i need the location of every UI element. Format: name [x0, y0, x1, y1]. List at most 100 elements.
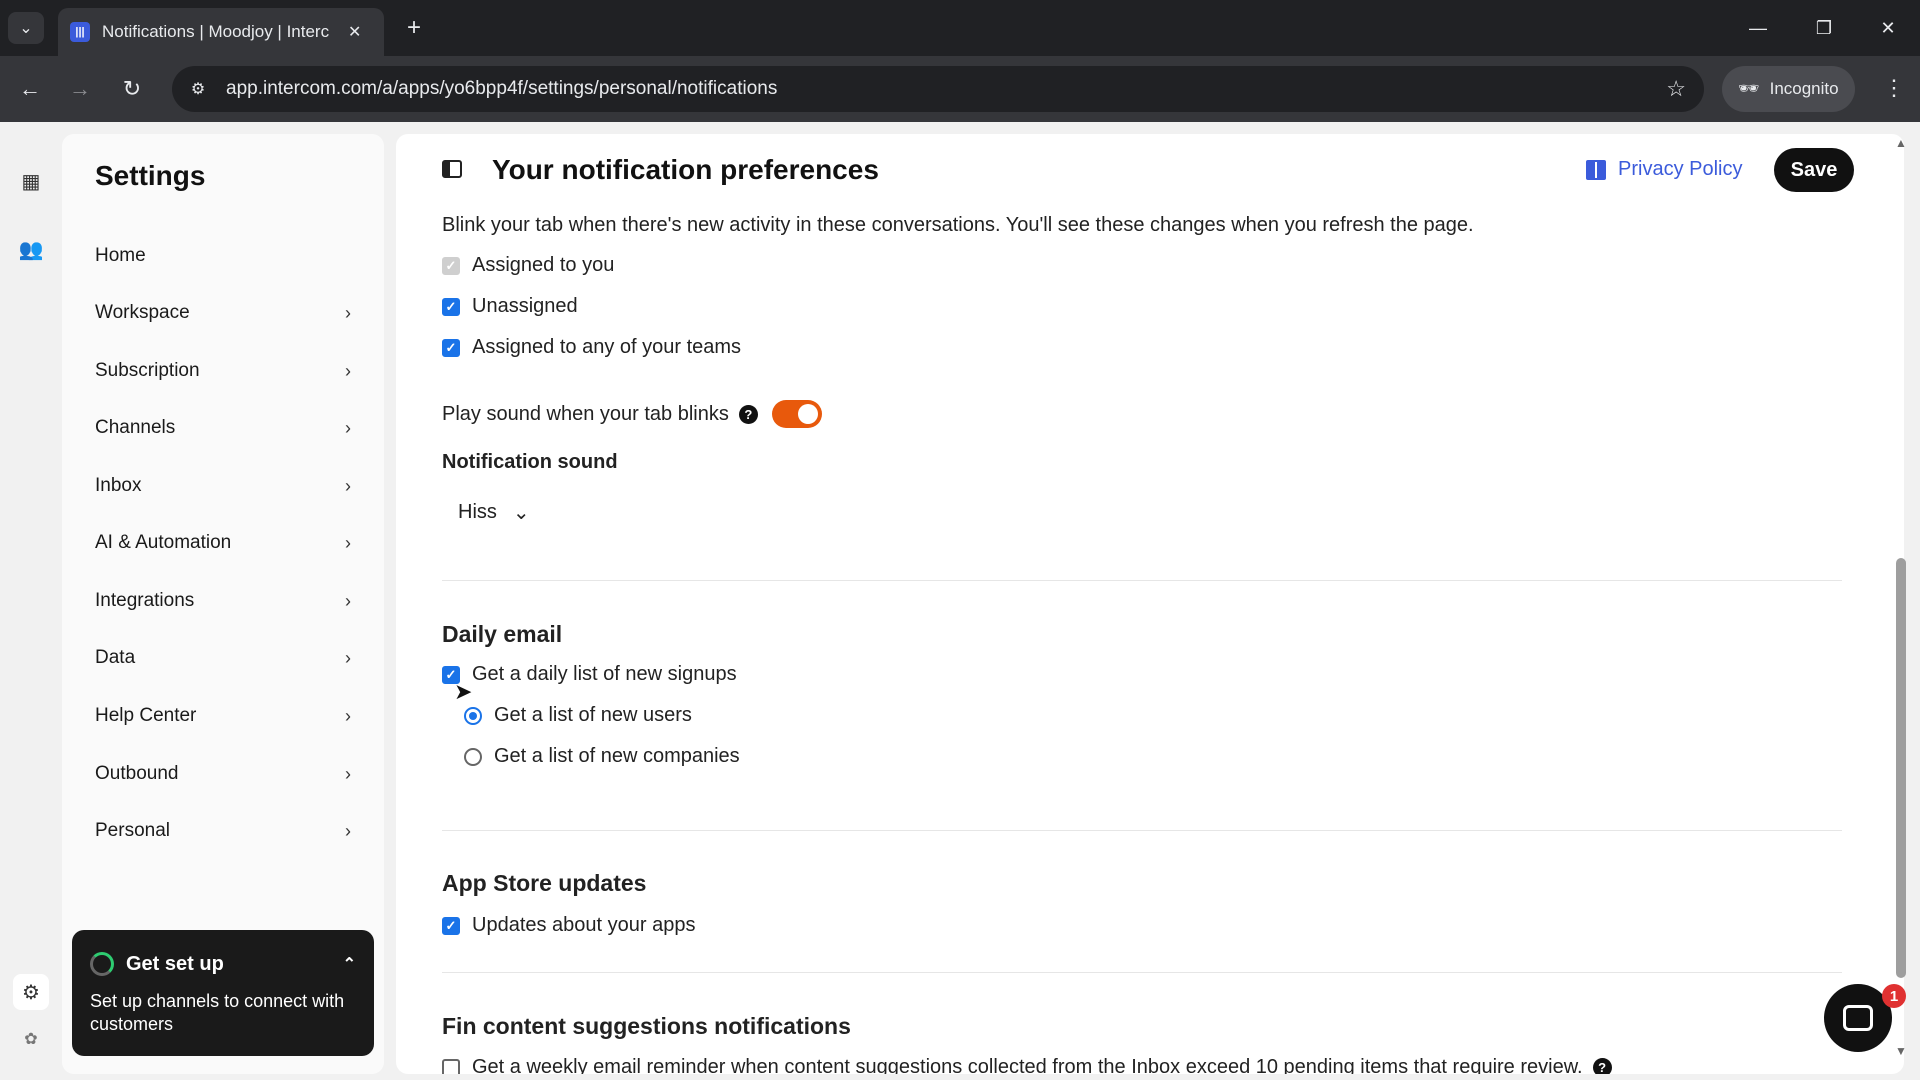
privacy-policy-label: Privacy Policy	[1618, 158, 1743, 180]
notification-sound-select[interactable]: Hiss ⌄	[442, 490, 554, 534]
chevron-right-icon: ›	[345, 475, 351, 496]
restore-icon[interactable]: ❐	[1804, 12, 1844, 44]
contacts-icon[interactable]: 👥	[16, 234, 46, 264]
checkbox-label: Assigned to you	[472, 254, 615, 276]
radio-new-companies[interactable]: Get a list of new companies	[464, 745, 740, 768]
mouse-cursor-icon: ➤	[454, 679, 473, 704]
tab-title: Notifications | Moodjoy | Interc	[102, 22, 330, 41]
chevron-right-icon: ›	[345, 302, 351, 323]
settings-title: Settings	[95, 160, 206, 191]
tab-close-icon[interactable]: ✕	[348, 22, 361, 42]
privacy-policy-link[interactable]: Privacy Policy	[1586, 158, 1742, 181]
checkbox-label: Get a weekly email reminder when content…	[472, 1056, 1583, 1074]
sidebar-item-ai-automation[interactable]: AI & Automation ›	[95, 523, 351, 563]
sidebar-item-label: Home	[95, 245, 146, 266]
sidebar-item-data[interactable]: Data ›	[95, 638, 351, 678]
checkbox-daily-signups[interactable]: ✓ Get a daily list of new signups	[442, 663, 737, 686]
sidebar-item-label: AI & Automation	[95, 532, 232, 553]
sidebar-item-subscription[interactable]: Subscription ›	[95, 351, 351, 391]
sidebar-item-inbox[interactable]: Inbox ›	[95, 466, 351, 506]
save-button[interactable]: Save	[1774, 148, 1854, 192]
chevron-up-icon[interactable]: ⌃	[343, 954, 356, 974]
divider	[442, 830, 1842, 831]
sidebar-item-help-center[interactable]: Help Center ›	[95, 696, 351, 736]
sidebar-item-personal[interactable]: Personal ›	[95, 811, 351, 851]
play-sound-toggle[interactable]	[771, 400, 822, 428]
back-icon[interactable]: ←	[14, 73, 46, 105]
get-set-up-card[interactable]: Get set up ⌃ Set up channels to connect …	[72, 930, 374, 1056]
book-icon	[1586, 159, 1606, 180]
setup-title: Get set up	[126, 952, 224, 975]
browser-tab[interactable]: ||| Notifications | Moodjoy | Interc ✕	[58, 8, 384, 56]
scroll-down-icon[interactable]: ▼	[1895, 1044, 1907, 1058]
fin-title: Fin content suggestions notifications	[442, 1013, 851, 1039]
radio-icon	[464, 706, 482, 725]
incognito-badge[interactable]: 🕶 Incognito	[1722, 66, 1855, 112]
checkbox-icon: ✓	[442, 256, 460, 275]
forward-icon[interactable]: →	[64, 73, 96, 105]
checkbox-app-updates[interactable]: ✓ Updates about your apps	[442, 914, 696, 937]
browser-menu-icon[interactable]: ⋮	[1878, 72, 1910, 104]
site-info-icon[interactable]: ⚙	[184, 75, 212, 103]
sidebar-item-label: Data	[95, 647, 136, 668]
scroll-thumb[interactable]	[1896, 558, 1906, 978]
chevron-down-icon: ⌄	[512, 501, 530, 524]
radio-label: Get a list of new users	[494, 704, 692, 726]
page-title: Your notification preferences	[492, 154, 879, 185]
checkbox-label: Unassigned	[472, 295, 578, 317]
radio-new-users[interactable]: Get a list of new users	[464, 704, 692, 727]
checkbox-unassigned[interactable]: ✓ Unassigned	[442, 295, 578, 318]
help-icon[interactable]: ?	[738, 404, 758, 424]
page-scrollbar[interactable]: ▲ ▼	[1894, 122, 1908, 1080]
inbox-icon[interactable]: ▦	[16, 166, 46, 196]
checkbox-icon	[442, 1058, 460, 1074]
reload-icon[interactable]: ↻	[116, 73, 148, 105]
play-sound-row: Play sound when your tab blinks ?	[442, 400, 822, 428]
scroll-up-icon[interactable]: ▲	[1895, 136, 1907, 150]
sidebar-item-home[interactable]: Home	[95, 236, 351, 276]
sidebar-item-channels[interactable]: Channels ›	[95, 408, 351, 448]
chevron-right-icon: ›	[345, 532, 351, 553]
incognito-icon: 🕶	[1738, 79, 1760, 98]
checkbox-label: Get a daily list of new signups	[472, 663, 737, 685]
main-panel: Your notification preferences Privacy Po…	[396, 134, 1904, 1074]
checkbox-icon: ✓	[442, 338, 460, 357]
sidebar-item-outbound[interactable]: Outbound ›	[95, 754, 351, 794]
sidebar-item-label: Inbox	[95, 475, 142, 496]
tab-search-button[interactable]: ⌄	[8, 12, 44, 44]
app-area: ▦ 👥 ⚙ ✿ Settings Home Workspace › Subscr…	[0, 122, 1920, 1080]
user-status-icon[interactable]: ✿	[16, 1024, 46, 1054]
settings-gear-icon[interactable]: ⚙	[13, 974, 49, 1010]
divider	[442, 972, 1842, 973]
close-window-icon[interactable]: ✕	[1868, 12, 1908, 44]
bookmark-star-icon[interactable]: ☆	[1666, 76, 1686, 102]
divider	[442, 580, 1842, 581]
chevron-right-icon: ›	[345, 590, 351, 611]
sidebar-item-label: Workspace	[95, 302, 190, 323]
incognito-label: Incognito	[1769, 79, 1839, 98]
chevron-right-icon: ›	[345, 360, 351, 381]
play-sound-label: Play sound when your tab blinks	[442, 402, 729, 425]
checkbox-label: Updates about your apps	[472, 914, 696, 936]
chat-icon	[1843, 1005, 1873, 1031]
sidebar-item-label: Integrations	[95, 590, 195, 611]
blink-description: Blink your tab when there's new activity…	[442, 214, 1474, 236]
checkbox-fin-reminder[interactable]: Get a weekly email reminder when content…	[442, 1056, 1612, 1074]
help-icon[interactable]: ?	[1592, 1058, 1612, 1074]
checkbox-assigned-to-teams[interactable]: ✓ Assigned to any of your teams	[442, 336, 741, 359]
checkbox-icon: ✓	[442, 916, 460, 935]
minimize-icon[interactable]: —	[1738, 12, 1778, 44]
radio-label: Get a list of new companies	[494, 745, 740, 767]
address-bar[interactable]: ⚙ app.intercom.com/a/apps/yo6bpp4f/setti…	[172, 66, 1704, 112]
left-rail: ▦ 👥 ⚙ ✿	[0, 122, 62, 1080]
progress-ring-icon	[90, 952, 114, 976]
sidebar-item-integrations[interactable]: Integrations ›	[95, 581, 351, 621]
chevron-right-icon: ›	[345, 763, 351, 784]
browser-tab-bar: ⌄ ||| Notifications | Moodjoy | Interc ✕…	[0, 0, 1920, 56]
unread-badge: 1	[1882, 984, 1906, 1008]
checkbox-assigned-to-you[interactable]: ✓ Assigned to you	[442, 254, 614, 277]
sidebar-item-label: Help Center	[95, 705, 197, 726]
sidebar-item-workspace[interactable]: Workspace ›	[95, 293, 351, 333]
sidebar-toggle-icon[interactable]	[442, 160, 462, 178]
new-tab-button[interactable]: +	[398, 12, 430, 44]
